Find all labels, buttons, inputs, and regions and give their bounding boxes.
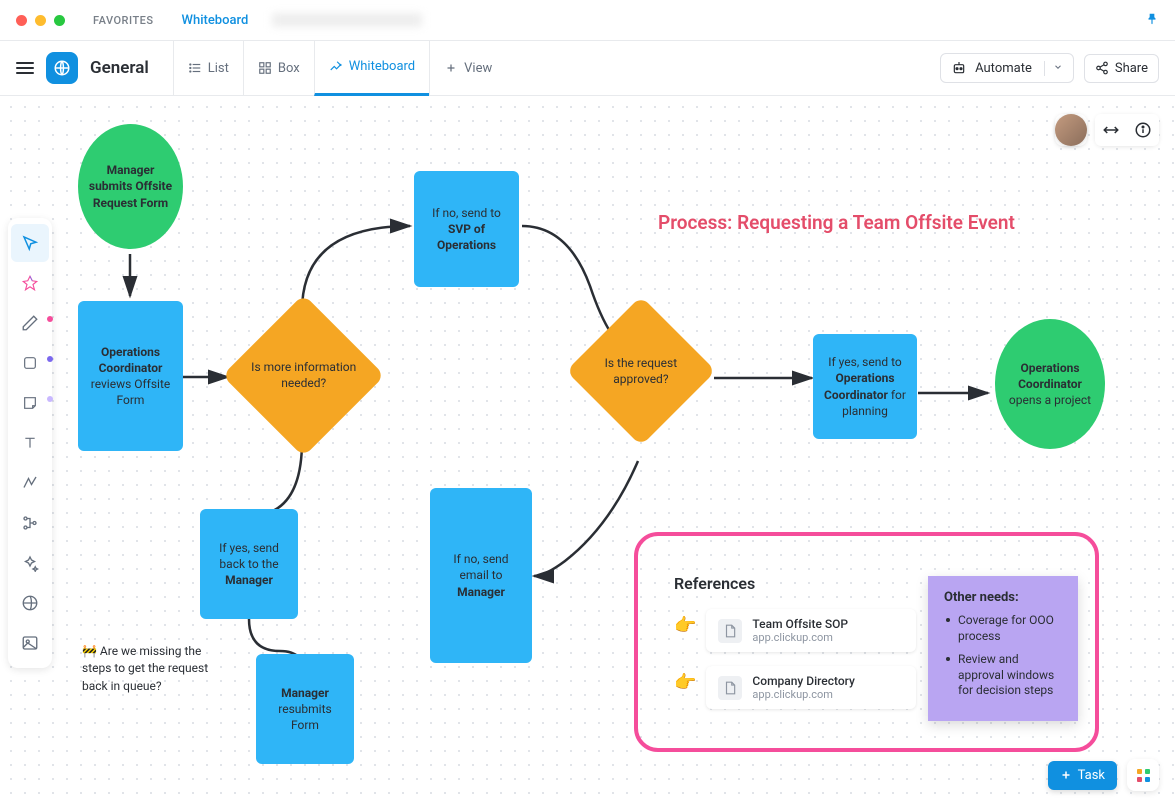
window-close-icon[interactable]: [16, 15, 27, 26]
node-label: If yes, send back to the Manager: [210, 540, 288, 589]
plus-icon: [444, 61, 458, 75]
create-task-button[interactable]: Task: [1048, 761, 1117, 790]
node-email-manager[interactable]: If no, send email to Manager: [430, 488, 532, 663]
node-more-info-decision[interactable]: Is more information needed?: [222, 294, 385, 457]
sparkle-tool[interactable]: [11, 544, 49, 582]
pointing-emoji-icon: 👉: [674, 615, 696, 636]
node-label: If no, send email to Manager: [440, 551, 522, 600]
node-label: Manager submits Offsite Request Form: [88, 162, 173, 211]
text-tool[interactable]: [11, 424, 49, 462]
ref-title: Company Directory: [752, 674, 854, 688]
add-view-label: View: [464, 61, 492, 76]
window-titlebar: FAVORITES Whiteboard: [0, 0, 1175, 40]
favorites-tab-whiteboard[interactable]: Whiteboard: [182, 13, 249, 28]
pin-icon[interactable]: [1145, 11, 1159, 30]
canvas-top-controls: [1055, 114, 1159, 146]
web-tool[interactable]: [11, 584, 49, 622]
node-label: Operations Coordinator opens a project: [1005, 360, 1095, 409]
apps-button[interactable]: [1127, 759, 1159, 791]
shape-tool[interactable]: [11, 344, 49, 382]
document-icon: [718, 619, 742, 643]
connector-tool[interactable]: [11, 464, 49, 502]
space-globe-icon[interactable]: [46, 52, 78, 84]
pen-tool[interactable]: [11, 304, 49, 342]
box-icon: [258, 61, 272, 75]
node-ops-planning[interactable]: If yes, send to Operations Coordinator f…: [813, 334, 917, 439]
node-send-back-manager[interactable]: If yes, send back to the Manager: [200, 509, 298, 619]
sticky-list: Coverage for OOO process Review and appr…: [944, 613, 1062, 699]
node-label: Is the request approved?: [588, 355, 694, 387]
node-label: If no, send to SVP of Operations: [424, 205, 509, 254]
view-tab-whiteboard-label: Whiteboard: [349, 59, 415, 74]
node-label: Operations Coordinator reviews Offsite F…: [88, 344, 173, 409]
automate-button[interactable]: Automate: [940, 53, 1074, 83]
window-minimize-icon[interactable]: [35, 15, 46, 26]
user-avatar[interactable]: [1055, 114, 1087, 146]
view-tab-box-label: Box: [278, 61, 300, 76]
view-tab-whiteboard[interactable]: Whiteboard: [314, 40, 429, 96]
sticky-note[interactable]: Other needs: Coverage for OOO process Re…: [928, 576, 1078, 721]
sticky-item: Coverage for OOO process: [958, 613, 1062, 644]
share-button[interactable]: Share: [1084, 54, 1159, 83]
share-icon: [1095, 61, 1109, 75]
reference-card[interactable]: Team Offsite SOPapp.clickup.com: [706, 609, 916, 652]
share-label: Share: [1115, 61, 1148, 76]
view-tab-list[interactable]: List: [173, 40, 243, 96]
space-title[interactable]: General: [90, 58, 149, 78]
node-ops-reviews[interactable]: Operations Coordinator reviews Offsite F…: [78, 301, 183, 451]
ai-tool[interactable]: [11, 264, 49, 302]
favorites-tab-hidden: [272, 13, 422, 27]
node-manager-resubmits[interactable]: Manager resubmits Form: [256, 654, 354, 764]
ref-sub: app.clickup.com: [752, 631, 848, 644]
image-tool[interactable]: [11, 624, 49, 662]
canvas-bottom-controls: Task: [1048, 759, 1159, 791]
node-approved-decision[interactable]: Is the request approved?: [566, 296, 716, 446]
plus-icon: [1060, 769, 1072, 781]
view-tab-box[interactable]: Box: [243, 40, 314, 96]
automate-label: Automate: [975, 61, 1032, 76]
node-svp[interactable]: If no, send to SVP of Operations: [414, 171, 519, 287]
node-label: If yes, send to Operations Coordinator f…: [823, 354, 907, 419]
node-open-project[interactable]: Operations Coordinator opens a project: [995, 319, 1105, 449]
task-label: Task: [1078, 768, 1105, 783]
sticky-tool[interactable]: [11, 384, 49, 422]
add-view[interactable]: View: [429, 40, 506, 96]
org-tool[interactable]: [11, 504, 49, 542]
list-icon: [188, 61, 202, 75]
process-title[interactable]: Process: Requesting a Team Offsite Event: [658, 211, 1015, 234]
whiteboard-canvas[interactable]: Process: Requesting a Team Offsite Event…: [0, 96, 1175, 805]
favorites-label: FAVORITES: [93, 14, 154, 27]
whiteboard-icon: [329, 60, 343, 74]
view-tabs: List Box Whiteboard View: [173, 40, 506, 96]
sticky-item: Review and approval windows for decision…: [958, 652, 1062, 699]
menu-icon[interactable]: [16, 62, 34, 74]
view-tab-list-label: List: [208, 61, 229, 76]
info-icon[interactable]: [1127, 114, 1159, 146]
fit-width-icon[interactable]: [1095, 114, 1127, 146]
main-toolbar: General List Box Whiteboard View Automat…: [0, 40, 1175, 96]
document-icon: [718, 676, 742, 700]
ref-sub: app.clickup.com: [752, 688, 854, 701]
apps-icon: [1137, 769, 1150, 782]
node-manager-submits[interactable]: Manager submits Offsite Request Form: [78, 124, 183, 249]
chevron-down-icon[interactable]: [1044, 61, 1063, 76]
references-title: References: [674, 574, 916, 593]
node-label: Is more information needed?: [246, 359, 361, 391]
pointing-emoji-icon: 👉: [674, 672, 696, 693]
comment-text[interactable]: 🚧 Are we missing the steps to get the re…: [82, 643, 222, 695]
sticky-title: Other needs:: [944, 590, 1062, 605]
left-toolbar: [8, 218, 52, 668]
ref-title: Team Offsite SOP: [752, 617, 848, 631]
robot-icon: [951, 60, 967, 76]
select-tool[interactable]: [11, 224, 49, 262]
reference-card[interactable]: Company Directoryapp.clickup.com: [706, 666, 916, 709]
window-zoom-icon[interactable]: [54, 15, 65, 26]
node-label: Manager resubmits Form: [266, 685, 344, 734]
